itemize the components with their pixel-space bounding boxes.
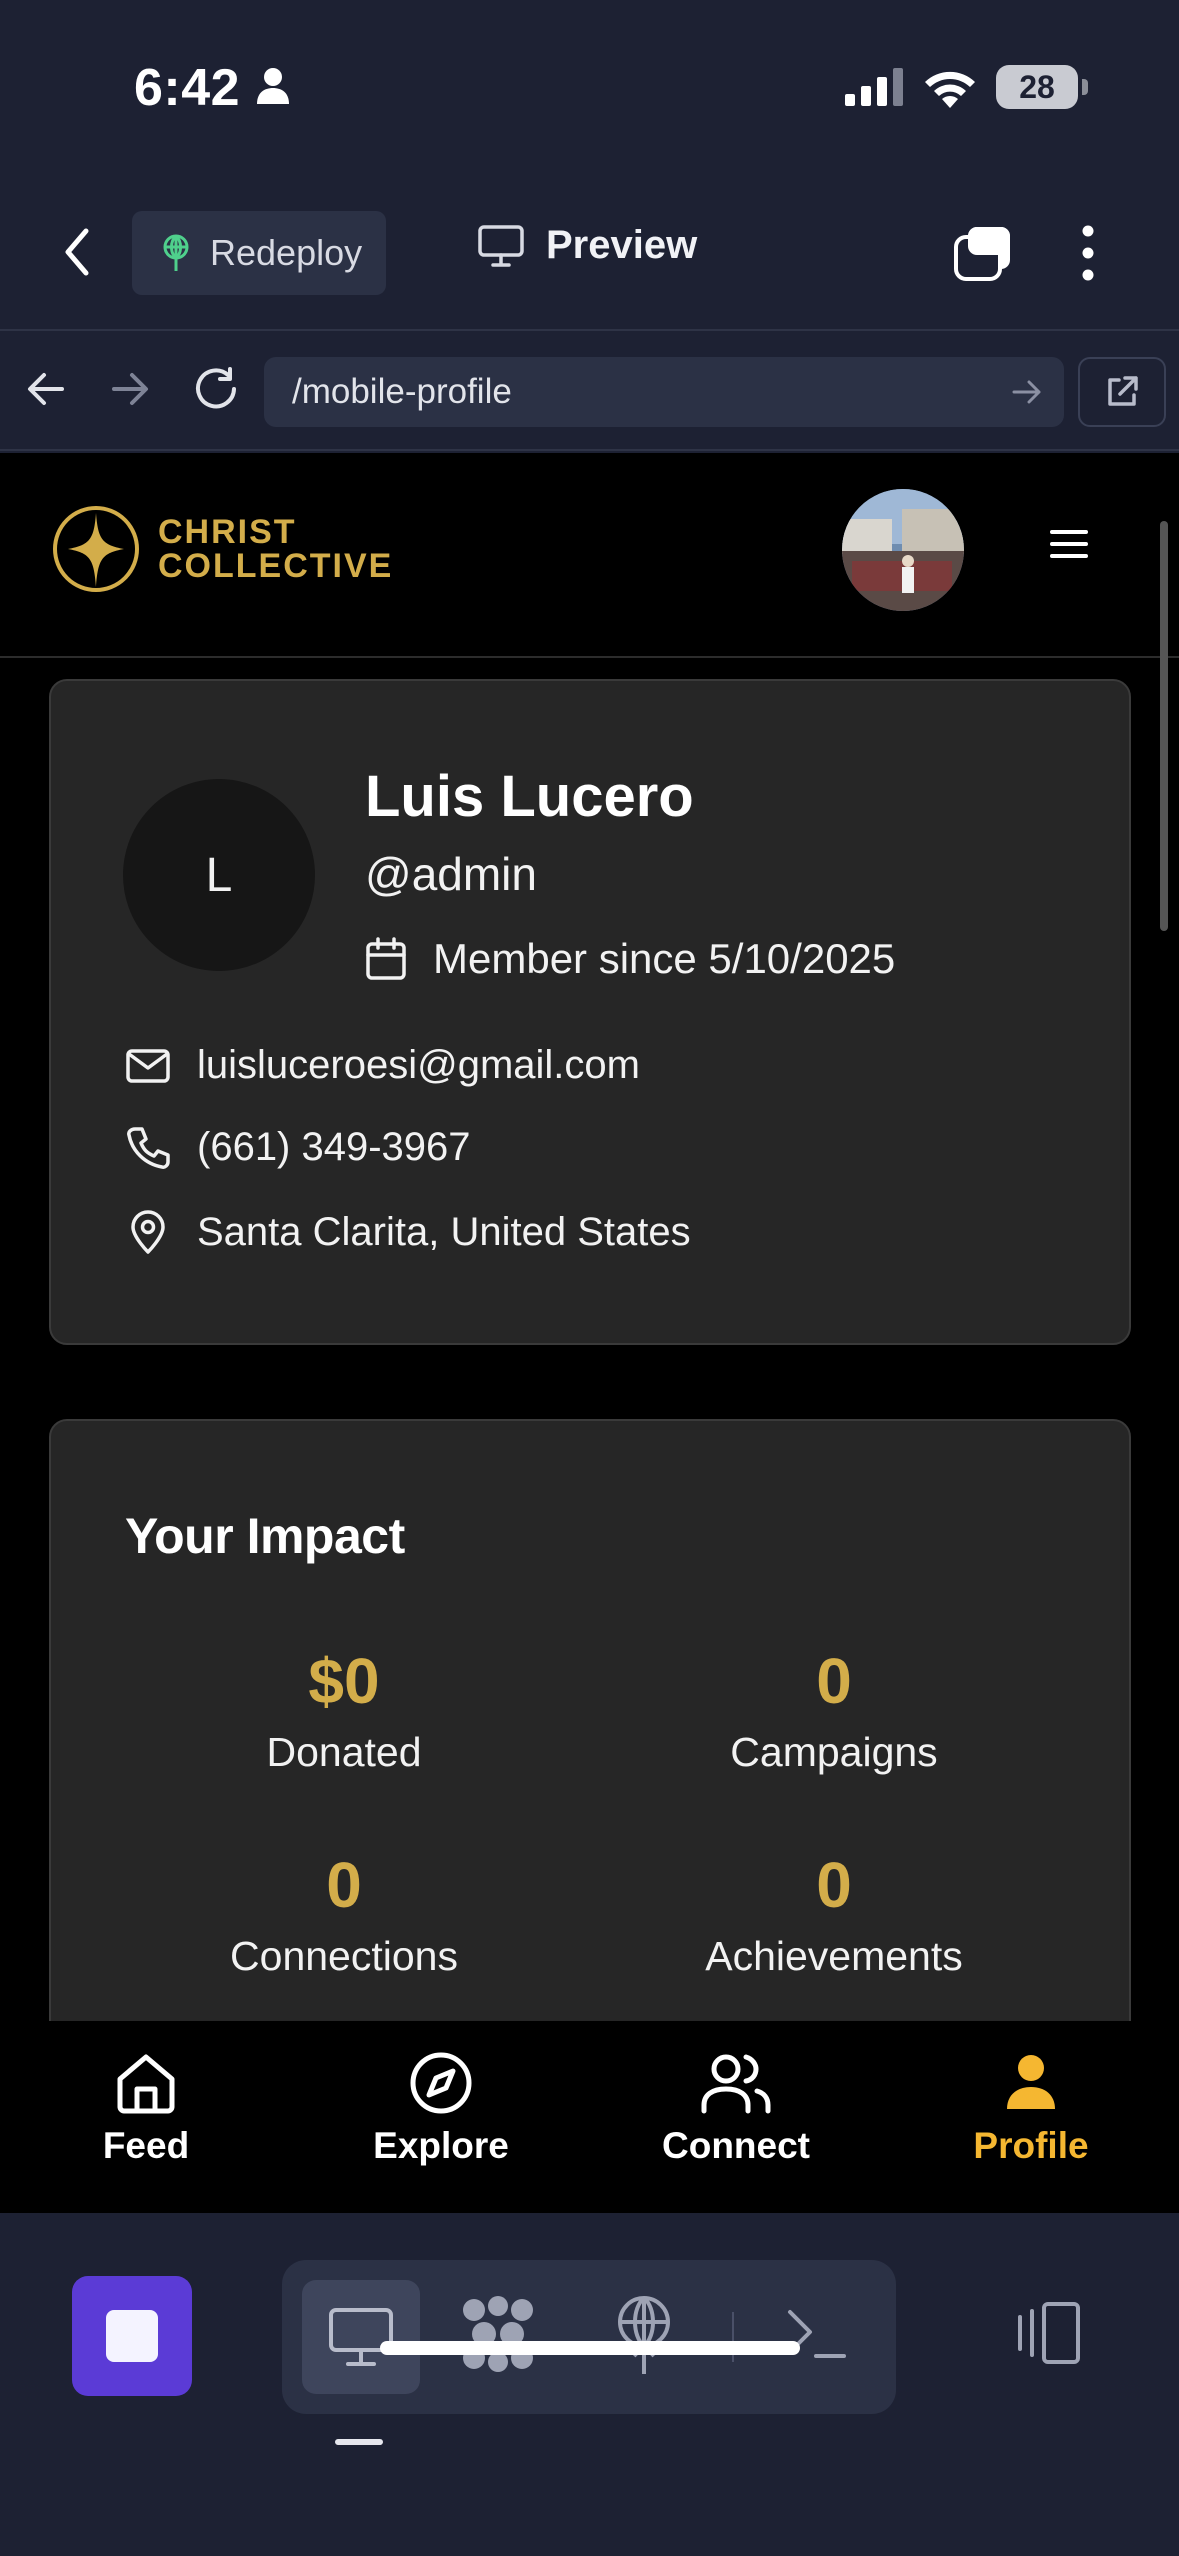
app-toolbar: Redeploy Preview (0, 175, 1179, 331)
stop-icon (106, 2310, 158, 2362)
active-tool-indicator (335, 2439, 383, 2445)
wifi-icon (925, 71, 975, 108)
user-icon (1007, 2055, 1055, 2109)
nav-feed[interactable]: Feed (36, 2051, 256, 2167)
stat-achievements: 0 Achievements (634, 1845, 1034, 1987)
arrow-left-icon[interactable] (26, 371, 66, 407)
home-indicator[interactable] (380, 2341, 800, 2355)
stat-label: Campaigns (730, 1729, 938, 1775)
brand-logo[interactable]: CHRIST COLLECTIVE (50, 503, 393, 595)
stat-donated: $0 Donated (144, 1641, 544, 1783)
web-content[interactable]: CHRIST COLLECTIVE L Luis Lucero @admin M… (0, 453, 1179, 2213)
map-pin-icon (131, 1210, 165, 1254)
profile-name: Luis Lucero (365, 764, 694, 829)
nav-label: Profile (973, 2125, 1089, 2166)
nav-label: Feed (102, 2125, 190, 2166)
brand-line-1: CHRIST (158, 513, 297, 551)
deploy-globe-icon[interactable] (612, 2296, 676, 2376)
profile-card: L Luis Lucero @admin Member since 5/10/2… (49, 679, 1131, 1345)
stop-button[interactable] (72, 2276, 192, 2396)
reload-icon[interactable] (194, 367, 240, 411)
preview-tab[interactable]: Preview (478, 223, 697, 268)
phone-row: (661) 349-3967 (125, 1125, 471, 1170)
compass-icon (410, 2052, 472, 2114)
stat-value: 0 (816, 1849, 852, 1921)
users-icon (701, 2054, 771, 2114)
nav-connect[interactable]: Connect (626, 2051, 846, 2167)
battery-indicator: 28 (996, 65, 1078, 109)
impact-title: Your Impact (125, 1508, 405, 1564)
person-icon (257, 68, 289, 104)
member-since-row: Member since 5/10/2025 (365, 935, 895, 983)
url-input[interactable]: /mobile-profile (264, 357, 1064, 427)
external-link-icon (1108, 376, 1138, 406)
home-icon (117, 2054, 175, 2114)
url-bar: /mobile-profile (0, 331, 1179, 451)
nav-label: Connect (662, 2125, 810, 2166)
deploy-icon (163, 234, 189, 271)
mail-icon (126, 1048, 170, 1083)
open-external-button[interactable] (1078, 357, 1166, 427)
go-arrow-icon[interactable] (1012, 379, 1042, 405)
redeploy-button[interactable]: Redeploy (132, 211, 386, 295)
scrollbar[interactable] (1160, 521, 1168, 931)
monitor-icon (329, 2308, 393, 2366)
back-chevron-icon[interactable] (62, 227, 92, 277)
dev-toolbar (0, 2213, 1179, 2556)
tabs-icon[interactable] (952, 225, 1014, 283)
location-text: Santa Clarita, United States (197, 1209, 691, 1254)
profile-handle: @admin (365, 848, 537, 900)
preview-label: Preview (546, 223, 698, 267)
monitor-icon (478, 224, 524, 267)
calendar-icon (366, 937, 406, 980)
site-header: CHRIST COLLECTIVE (0, 453, 1179, 658)
stat-value: 0 (816, 1645, 852, 1717)
profile-avatar: L (123, 779, 315, 971)
redeploy-label: Redeploy (210, 232, 363, 273)
desktop-view-button[interactable] (302, 2280, 420, 2394)
stat-campaigns: 0 Campaigns (634, 1641, 1034, 1783)
stat-label: Connections (230, 1933, 458, 1979)
stat-value: 0 (326, 1849, 362, 1921)
member-since-text: Member since 5/10/2025 (433, 935, 896, 982)
phone-text[interactable]: (661) 349-3967 (197, 1125, 471, 1170)
phone-icon (127, 1126, 170, 1169)
signal-icon (845, 68, 903, 106)
status-bar: 6:42 28 (0, 0, 1179, 175)
avatar-photo (842, 489, 964, 611)
nav-label: Explore (373, 2125, 509, 2166)
split-layout-icon[interactable] (1010, 2301, 1082, 2365)
cluster-icon[interactable] (460, 2296, 536, 2372)
email-row: luisluceroesi@gmail.com (125, 1043, 640, 1088)
bottom-nav: Feed Explore Connect Profile (0, 2021, 1179, 2213)
battery-tip (1082, 79, 1088, 95)
brand-name: CHRIST COLLECTIVE (158, 515, 393, 583)
more-options-icon[interactable] (1074, 225, 1102, 281)
stat-label: Donated (266, 1729, 422, 1775)
stat-connections: 0 Connections (144, 1845, 544, 1987)
stat-value: $0 (308, 1645, 380, 1717)
star-logo-icon (53, 506, 139, 592)
location-row: Santa Clarita, United States (125, 1209, 691, 1255)
tool-switcher (282, 2260, 896, 2414)
brand-line-2: COLLECTIVE (158, 547, 394, 585)
email-text[interactable]: luisluceroesi@gmail.com (197, 1043, 640, 1088)
url-text: /mobile-profile (292, 372, 512, 411)
nav-profile[interactable]: Profile (921, 2051, 1141, 2167)
arrow-right-icon[interactable] (110, 371, 150, 407)
menu-icon[interactable] (1050, 529, 1088, 559)
nav-explore[interactable]: Explore (331, 2051, 551, 2167)
stat-label: Achievements (705, 1933, 963, 1979)
header-avatar[interactable] (842, 489, 964, 611)
status-time: 6:42 (134, 59, 241, 117)
